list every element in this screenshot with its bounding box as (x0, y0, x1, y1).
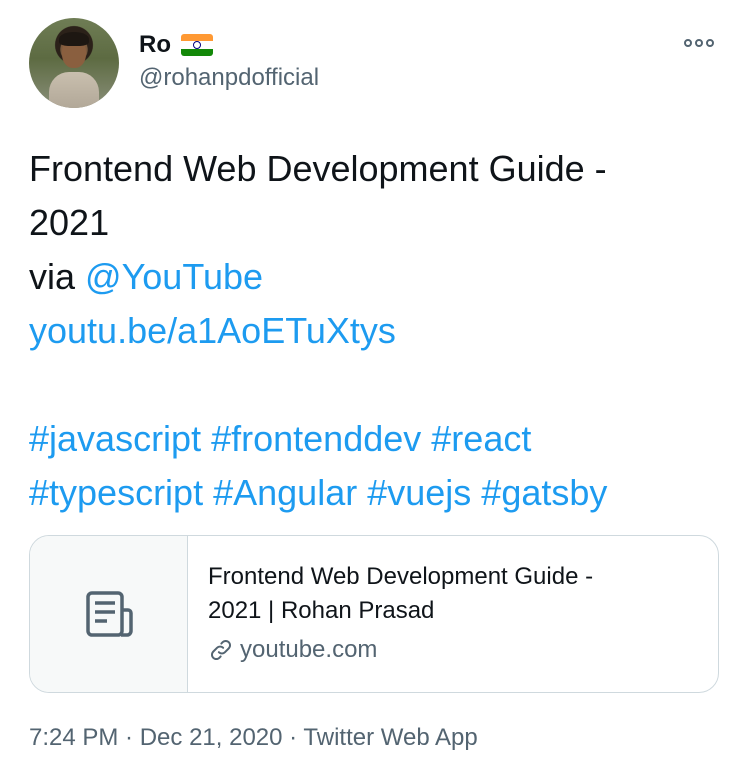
tweet-meta: 7:24 PM · Dec 21, 2020 · Twitter Web App (29, 724, 478, 751)
link-icon (211, 640, 231, 660)
india-flag-icon (181, 34, 213, 56)
avatar[interactable] (29, 18, 119, 108)
more-options-icon[interactable] (684, 36, 718, 50)
link-preview-card[interactable]: Frontend Web Development Guide - 2021 | … (29, 535, 719, 693)
hashtag-link[interactable]: #gatsby (481, 472, 607, 513)
tweet-text: Frontend Web Development Guide - 2021 vi… (29, 142, 719, 520)
card-domain: youtube.com (240, 636, 378, 663)
author-display-name[interactable]: Ro (139, 31, 171, 59)
hashtag-link[interactable]: #Angular (213, 472, 357, 513)
tweet-date[interactable]: Dec 21, 2020 (140, 724, 283, 751)
tweet: Ro @rohanpdofficial Frontend Web Develop… (0, 0, 746, 772)
tweet-source[interactable]: Twitter Web App (303, 724, 477, 751)
hashtags-line-1: #javascript #frontenddev #react (29, 412, 719, 466)
tweet-time[interactable]: 7:24 PM (29, 724, 118, 751)
document-icon (85, 591, 133, 637)
tweet-line-2: 2021 (29, 202, 110, 243)
card-title: Frontend Web Development Guide - 2021 | … (208, 560, 593, 628)
card-domain-row: youtube.com (208, 636, 593, 664)
card-thumbnail (30, 536, 188, 692)
avatar-body (49, 72, 99, 108)
tweet-line-4: youtu.be/a1AoETuXtys (29, 304, 719, 358)
mention-link[interactable]: @YouTube (85, 256, 263, 297)
hashtag-link[interactable]: #react (431, 418, 531, 459)
author-handle[interactable]: @rohanpdofficial (139, 64, 319, 92)
hashtag-link[interactable]: #typescript (29, 472, 203, 513)
url-link[interactable]: youtu.be/a1AoETuXtys (29, 310, 396, 351)
author-name-row[interactable]: Ro (139, 29, 213, 61)
card-info: Frontend Web Development Guide - 2021 | … (188, 536, 613, 692)
hashtag-link[interactable]: #frontenddev (211, 418, 421, 459)
via-text: via (29, 256, 86, 297)
tweet-line-3: via @YouTube (29, 250, 719, 304)
hashtag-link[interactable]: #vuejs (367, 472, 471, 513)
avatar-hair (59, 32, 89, 46)
hashtags-line-2: #typescript #Angular #vuejs #gatsby (29, 466, 719, 520)
card-title-line-2: 2021 | Rohan Prasad (208, 597, 435, 624)
tweet-line-1: Frontend Web Development Guide - (29, 148, 607, 189)
hashtag-link[interactable]: #javascript (29, 418, 201, 459)
card-title-line-1: Frontend Web Development Guide - (208, 563, 594, 590)
